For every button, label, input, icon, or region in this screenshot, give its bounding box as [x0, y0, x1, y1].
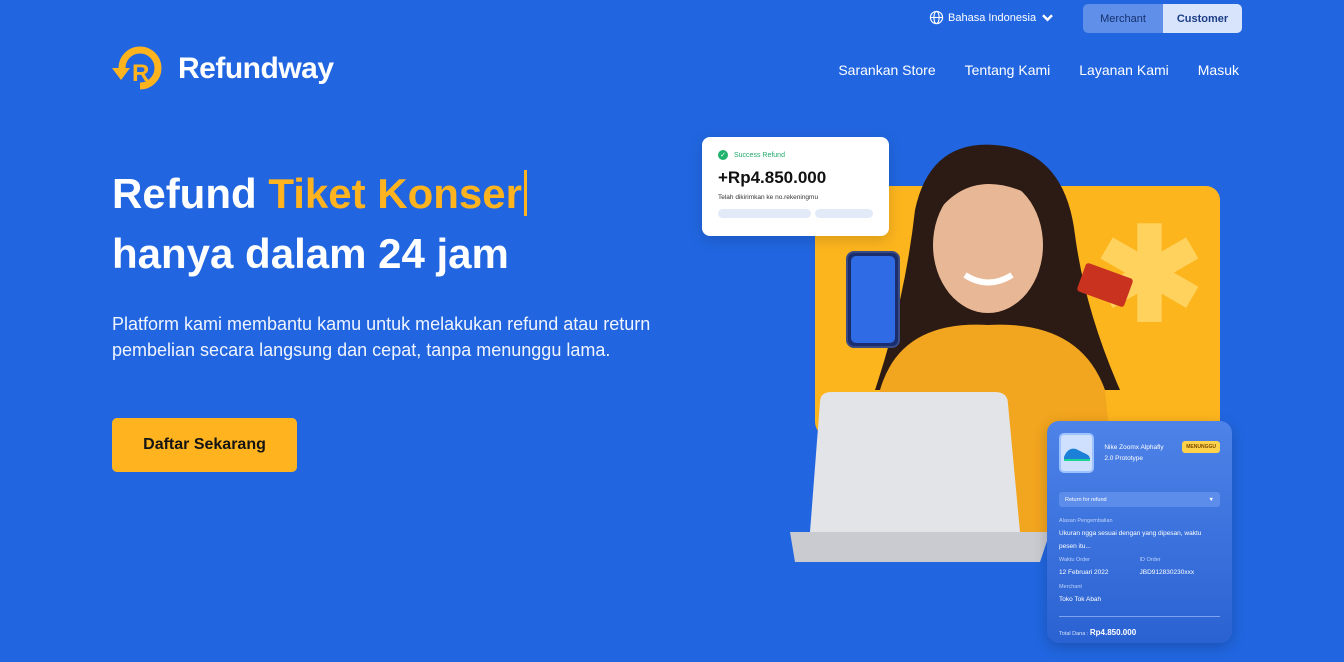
- language-selector[interactable]: Bahasa Indonesia: [929, 10, 1055, 25]
- order-detail-card: Nike Zoomx Alphafly 2.0 Prototype MENUNG…: [1047, 421, 1232, 643]
- reason-label: Alasan Pengembalian: [1059, 518, 1113, 524]
- refund-note: Telah dikirimkan ke no.rekeningmu: [718, 194, 819, 201]
- reason-value: Ukuran ngga sesuai dengan yang dipesan, …: [1059, 530, 1202, 550]
- globe-icon: [929, 10, 944, 25]
- merchant-tab[interactable]: Merchant: [1083, 4, 1163, 33]
- date-label: Waktu Order: [1059, 557, 1090, 563]
- svg-text:R: R: [132, 60, 149, 87]
- order-id: JBD912830230xxx: [1139, 569, 1195, 576]
- role-toggle[interactable]: Merchant Customer: [1083, 4, 1242, 33]
- total-amount: Rp4.850.000: [1089, 628, 1137, 637]
- merchant-label: Merchant: [1059, 584, 1082, 590]
- shoe-icon: [1059, 433, 1095, 473]
- brand-name: Refundway: [178, 52, 334, 85]
- status-badge: MENUNGGU: [1182, 441, 1220, 453]
- check-icon: ✓: [718, 150, 728, 160]
- hero-title: Refund Tiket Konser hanya dalam 24 jam: [112, 164, 527, 284]
- refund-type-select[interactable]: Return for refund ▼: [1059, 492, 1220, 507]
- main-nav: Sarankan Store Tentang Kami Layanan Kami…: [838, 62, 1239, 78]
- order-id-label: ID Order: [1139, 557, 1161, 563]
- merchant-name: Toko Tok Abah: [1059, 596, 1102, 603]
- refund-type-value: Return for refund: [1065, 496, 1107, 503]
- signup-button[interactable]: Daftar Sekarang: [112, 418, 297, 472]
- nav-tentang-kami[interactable]: Tentang Kami: [965, 62, 1051, 78]
- refund-status: Success Refund: [734, 151, 785, 159]
- total-label: Total Dana :: [1059, 631, 1089, 637]
- laptop-illustration: [790, 392, 1050, 562]
- hero-subtitle: Platform kami membantu kamu untuk melaku…: [112, 314, 651, 360]
- product-name: Nike Zoomx Alphafly 2.0 Prototype: [1104, 444, 1164, 462]
- divider: [1059, 616, 1220, 617]
- order-date: 12 Februari 2022: [1059, 569, 1109, 576]
- brand-logo[interactable]: R Refundway: [112, 46, 334, 92]
- nav-layanan-kami[interactable]: Layanan Kami: [1079, 62, 1169, 78]
- success-refund-card: ✓ Success Refund +Rp4.850.000 Telah diki…: [702, 137, 889, 236]
- placeholder-bars: [718, 209, 873, 218]
- hero-title-accent: Tiket Konser: [268, 170, 522, 217]
- nav-sarankan-store[interactable]: Sarankan Store: [838, 62, 935, 78]
- chevron-down-icon: [1042, 14, 1053, 22]
- typing-caret: [523, 170, 527, 216]
- phone-mockup: [846, 251, 900, 348]
- refundway-logo-mark: R: [112, 46, 162, 90]
- dropdown-caret-icon: ▼: [1208, 496, 1214, 503]
- total-funds: Total Dana : Rp4.850.000: [1059, 628, 1220, 637]
- language-label: Bahasa Indonesia: [948, 11, 1037, 24]
- nav-masuk[interactable]: Masuk: [1198, 62, 1239, 78]
- refund-amount: +Rp4.850.000: [718, 168, 827, 187]
- hero-title-line2: hanya dalam 24 jam: [112, 230, 509, 277]
- hero-title-prefix: Refund: [112, 170, 269, 217]
- customer-tab[interactable]: Customer: [1163, 4, 1242, 33]
